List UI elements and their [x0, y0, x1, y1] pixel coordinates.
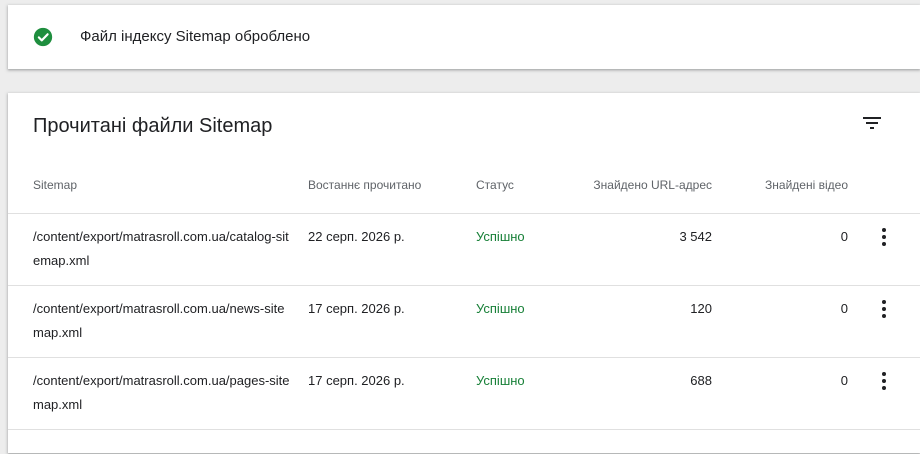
column-header-sitemap[interactable]: Sitemap: [33, 178, 77, 192]
videos-found-count: 0: [840, 301, 848, 316]
column-header-urls-found[interactable]: Знайдено URL-адрес: [593, 178, 712, 192]
column-header-last-read[interactable]: Востаннє прочитано: [308, 178, 421, 192]
more-vert-icon[interactable]: [872, 297, 896, 321]
column-header-status[interactable]: Статус: [476, 178, 514, 192]
more-vert-icon[interactable]: [872, 369, 896, 393]
sitemap-path: /content/export/matrasroll.com.ua/news-s…: [33, 301, 285, 340]
card-title: Прочитані файли Sitemap: [33, 115, 273, 137]
status-badge: Успішно: [476, 301, 525, 316]
more-vert-icon[interactable]: [872, 225, 896, 249]
sitemap-path: /content/export/matrasroll.com.ua/catalo…: [33, 229, 289, 268]
videos-found-count: 0: [840, 229, 848, 244]
table-row-divider: [8, 429, 920, 454]
last-read-date: 17 серп. 2026 р.: [308, 301, 405, 316]
sitemap-path: /content/export/matrasroll.com.ua/pages-…: [33, 373, 290, 412]
sitemap-processed-notice: Файл індексу Sitemap оброблено: [8, 5, 920, 69]
table-row[interactable]: /content/export/matrasroll.com.ua/catalo…: [8, 213, 920, 286]
videos-found-count: 0: [840, 373, 848, 388]
read-sitemaps-card: Прочитані файли Sitemap Sitemap Востаннє…: [8, 93, 920, 453]
table-row[interactable]: /content/export/matrasroll.com.ua/news-s…: [8, 285, 920, 358]
column-header-videos-found[interactable]: Знайдені відео: [765, 178, 848, 192]
urls-found-count: 120: [690, 301, 712, 316]
last-read-date: 17 серп. 2026 р.: [308, 373, 405, 388]
urls-found-count: 688: [690, 373, 712, 388]
check-circle-icon: [33, 27, 53, 47]
status-badge: Успішно: [476, 373, 525, 388]
notice-message: Файл індексу Sitemap оброблено: [80, 28, 311, 45]
table-row[interactable]: /content/export/matrasroll.com.ua/pages-…: [8, 357, 920, 430]
status-badge: Успішно: [476, 229, 525, 244]
last-read-date: 22 серп. 2026 р.: [308, 229, 405, 244]
urls-found-count: 3 542: [679, 229, 712, 244]
filter-icon[interactable]: [860, 111, 884, 135]
